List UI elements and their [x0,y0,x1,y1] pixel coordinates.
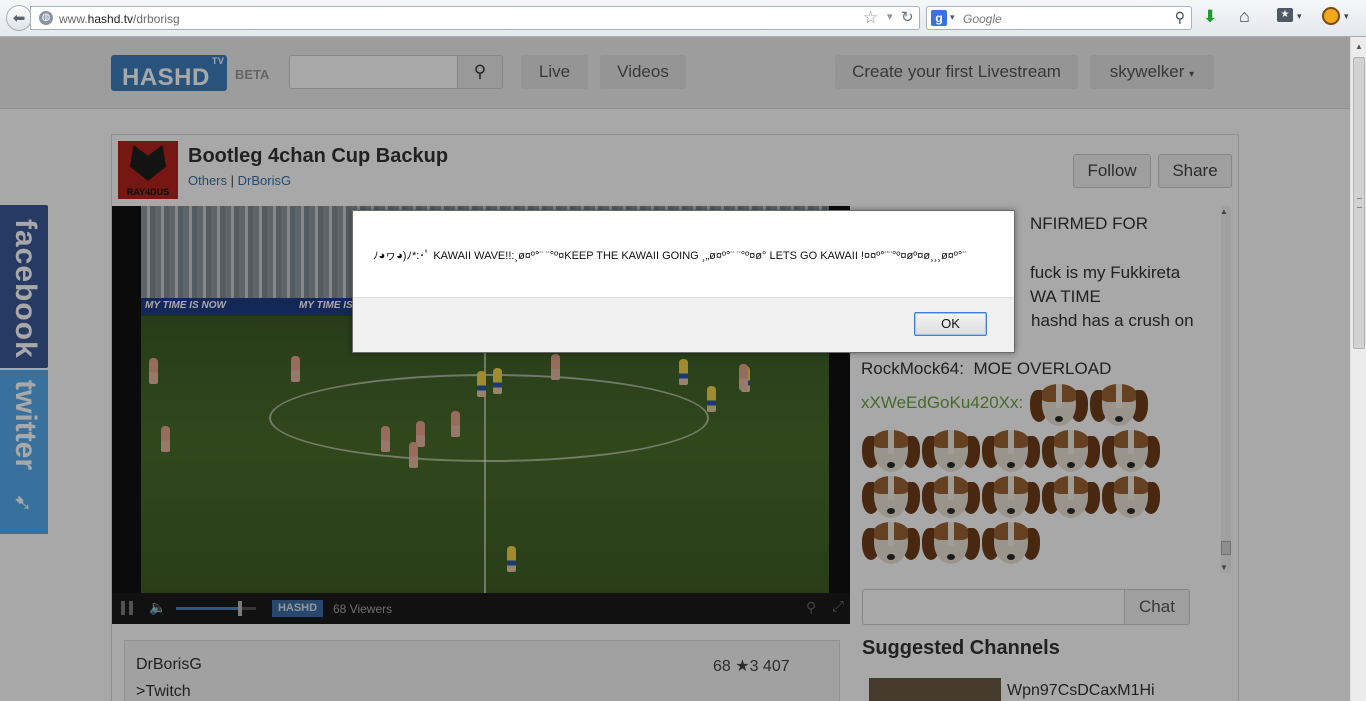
browser-toolbar: ⬅ ◍ www.hashd.tv/drborisg ☆ ▾ ↻ g ▾ Goog… [0,0,1366,37]
bookmark-star-icon[interactable]: ☆ [863,8,878,28]
chevron-down-icon[interactable]: ▾ [950,12,955,23]
url-bar[interactable]: ◍ www.hashd.tv/drborisg ☆ ▾ ↻ [30,6,920,30]
history-dropdown-icon[interactable]: ▾ [887,10,893,23]
scroll-up-icon[interactable]: ▲ [1355,42,1363,51]
bookmarks-icon[interactable]: ★ [1277,8,1293,22]
back-button[interactable]: ⬅ [6,5,32,31]
addon-icon[interactable] [1322,7,1340,25]
browser-search-input[interactable]: Google [963,12,1002,26]
browser-search-bar[interactable]: g ▾ Google ⚲ [926,6,1192,30]
alert-footer: OK [353,297,1014,352]
page-scrollbar[interactable]: ▲ [1350,37,1366,701]
alert-dialog: ﾉ◕ヮ◕)ﾉ*:･ﾟ KAWAII WAVE!!:¸ø¤º°¨ ¨°º¤KEEP… [352,210,1015,353]
back-arrow-icon: ⬅ [12,10,26,27]
url-text[interactable]: www.hashd.tv/drborisg [59,12,180,26]
search-icon[interactable]: ⚲ [1175,9,1185,26]
modal-overlay [0,37,1350,701]
reload-icon[interactable]: ↻ [901,8,914,26]
google-icon[interactable]: g [931,10,947,26]
chevron-down-icon[interactable]: ▾ [1344,11,1349,22]
home-icon[interactable]: ⌂ [1239,6,1250,27]
globe-icon: ◍ [39,11,53,25]
alert-message: ﾉ◕ヮ◕)ﾉ*:･ﾟ KAWAII WAVE!!:¸ø¤º°¨ ¨°º¤KEEP… [373,250,966,262]
download-icon[interactable]: ⬇ [1203,7,1217,27]
ok-button[interactable]: OK [914,312,987,336]
page-scroll-thumb[interactable] [1353,57,1365,349]
chevron-down-icon[interactable]: ▾ [1297,11,1302,22]
